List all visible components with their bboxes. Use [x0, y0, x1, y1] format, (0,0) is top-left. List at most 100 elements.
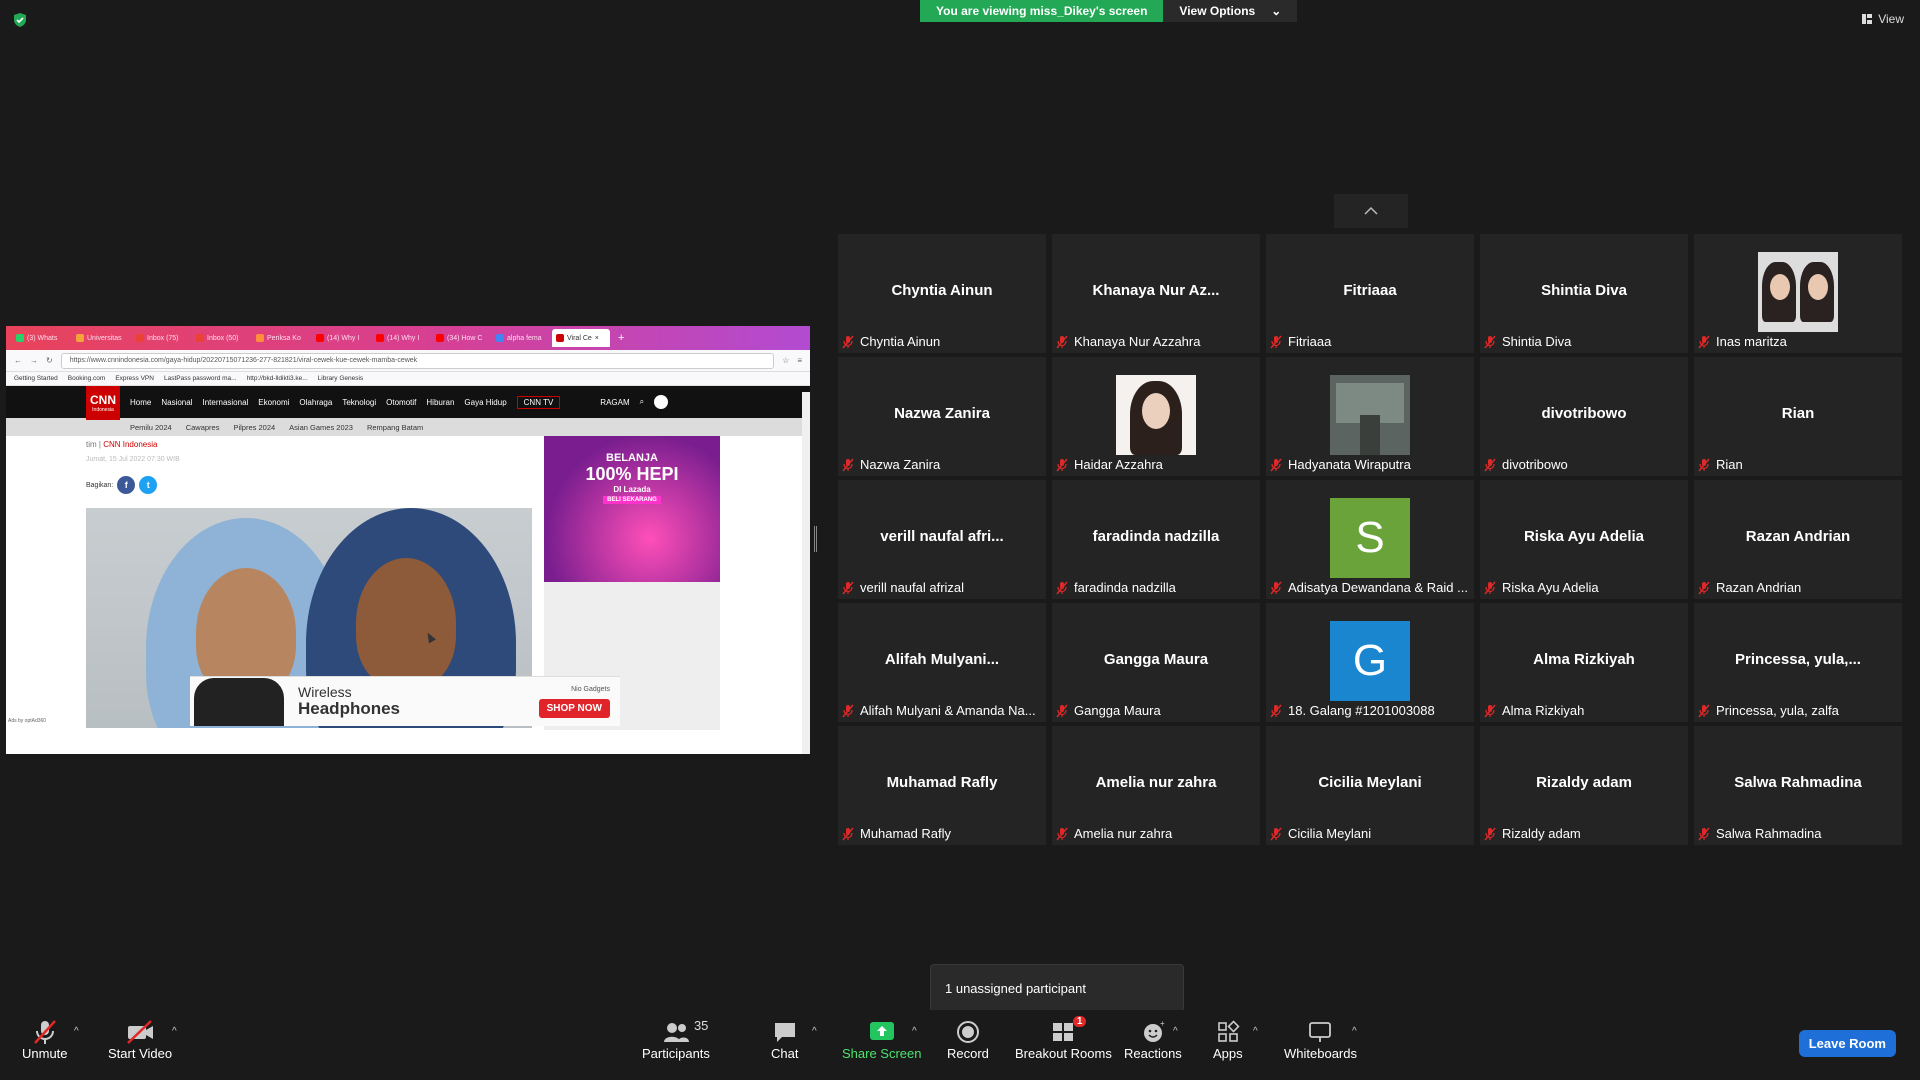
participant-tile[interactable]: Khanaya Nur Az... Khanaya Nur Azzahra: [1052, 234, 1260, 353]
participant-tile[interactable]: Chyntia Ainun Chyntia Ainun: [838, 234, 1046, 353]
participant-tile[interactable]: Shintia Diva Shintia Diva: [1480, 234, 1688, 353]
cnn-menu-item[interactable]: Teknologi: [342, 398, 376, 407]
breakout-rooms-button[interactable]: 1 Breakout Rooms: [1015, 1016, 1112, 1061]
cnn-tv-button[interactable]: CNN TV: [516, 395, 561, 409]
chat-button[interactable]: Chat: [771, 1018, 798, 1061]
reload-icon[interactable]: ↻: [46, 356, 53, 365]
share-screen-button[interactable]: Share Screen: [842, 1018, 922, 1061]
resize-handle[interactable]: [814, 526, 817, 552]
cnn-logo[interactable]: CNN Indonesia: [86, 386, 120, 420]
gallery-page-up-button[interactable]: [1334, 194, 1408, 228]
browser-tab[interactable]: (3) Whats: [12, 329, 70, 347]
participant-tile[interactable]: Cicilia Meylani Cicilia Meylani: [1266, 726, 1474, 845]
apps-options-caret-icon[interactable]: ^: [1253, 1026, 1258, 1037]
reactions-button[interactable]: + Reactions: [1124, 1018, 1182, 1061]
browser-tab[interactable]: Periksa Ko: [252, 329, 310, 347]
participant-tile[interactable]: Inas maritza: [1694, 234, 1902, 353]
participant-tile[interactable]: divotribowo divotribowo: [1480, 357, 1688, 476]
headphones-ad[interactable]: Wireless Headphones Nio Gadgets SHOP NOW: [190, 676, 620, 726]
participant-tile[interactable]: Princessa, yula,... Princessa, yula, zalf…: [1694, 603, 1902, 722]
chat-options-caret-icon[interactable]: ^: [812, 1026, 817, 1037]
participant-tile[interactable]: Riska Ayu Adelia Riska Ayu Adelia: [1480, 480, 1688, 599]
reactions-options-caret-icon[interactable]: ^: [1173, 1026, 1178, 1037]
cnn-menu-item[interactable]: Otomotif: [386, 398, 416, 407]
new-tab-icon[interactable]: +: [618, 332, 624, 344]
audio-options-caret-icon[interactable]: ^: [74, 1026, 79, 1037]
participant-tile[interactable]: Nazwa Zanira Nazwa Zanira: [838, 357, 1046, 476]
shop-now-button[interactable]: SHOP NOW: [538, 698, 610, 718]
participant-tile[interactable]: Razan Andrian Razan Andrian: [1694, 480, 1902, 599]
search-icon[interactable]: ⌕: [640, 397, 644, 407]
view-options-button[interactable]: View Options ⌄: [1163, 0, 1298, 22]
lazada-ad[interactable]: BELANJA 100% HEPI DI Lazada BELI SEKARAN…: [544, 436, 720, 582]
browser-tab[interactable]: (14) Why I: [312, 329, 370, 347]
unmute-button[interactable]: Unmute: [22, 1018, 68, 1061]
participant-tile[interactable]: verill naufal afri... verill naufal afriz…: [838, 480, 1046, 599]
cnn-menu-item[interactable]: Internasional: [202, 398, 248, 407]
video-options-caret-icon[interactable]: ^: [172, 1026, 177, 1037]
browser-tab[interactable]: (34) How C: [432, 329, 490, 347]
cnn-sub-menu-item[interactable]: Rempang Batam: [367, 423, 423, 432]
participant-tile[interactable]: faradinda nadzilla faradinda nadzilla: [1052, 480, 1260, 599]
cnn-menu-item[interactable]: Ekonomi: [258, 398, 289, 407]
participant-tile[interactable]: Gangga Maura Gangga Maura: [1052, 603, 1260, 722]
record-button[interactable]: Record: [947, 1018, 989, 1061]
whiteboards-options-caret-icon[interactable]: ^: [1352, 1026, 1357, 1037]
participant-tile[interactable]: Fitriaaa Fitriaaa: [1266, 234, 1474, 353]
close-icon[interactable]: ×: [595, 335, 599, 342]
participants-button[interactable]: 35 Participants: [642, 1018, 710, 1061]
participant-tile[interactable]: Hadyanata Wiraputra: [1266, 357, 1474, 476]
star-icon[interactable]: ☆: [782, 356, 789, 365]
whiteboards-button[interactable]: Whiteboards: [1284, 1018, 1357, 1061]
participant-tile[interactable]: Amelia nur zahra Amelia nur zahra: [1052, 726, 1260, 845]
bookmark-item[interactable]: LastPass password ma...: [164, 375, 237, 382]
browser-tab-active[interactable]: Viral Ce ×: [552, 329, 610, 347]
participant-tile[interactable]: Rizaldy adam Rizaldy adam: [1480, 726, 1688, 845]
leave-room-button[interactable]: Leave Room: [1798, 1030, 1896, 1057]
bookmark-item[interactable]: Express VPN: [115, 375, 154, 382]
participant-tile[interactable]: G 18. Galang #1201003088: [1266, 603, 1474, 722]
cnn-menu-item[interactable]: Nasional: [161, 398, 192, 407]
forward-icon[interactable]: →: [30, 356, 38, 365]
cnn-menu-item[interactable]: Hiburan: [426, 398, 454, 407]
browser-tab[interactable]: (14) Why I: [372, 329, 430, 347]
bookmark-item[interactable]: Library Genesis: [318, 375, 364, 382]
participant-tile[interactable]: Salwa Rahmadina Salwa Rahmadina: [1694, 726, 1902, 845]
participant-tile[interactable]: Rian Rian: [1694, 357, 1902, 476]
cnn-ragam-menu[interactable]: RAGAM: [600, 398, 629, 407]
cnn-menu-item[interactable]: Olahraga: [299, 398, 332, 407]
start-video-button[interactable]: Start Video: [108, 1018, 172, 1061]
byline-source-link[interactable]: CNN Indonesia: [103, 440, 157, 449]
twitter-icon[interactable]: t: [139, 476, 158, 494]
cnn-sub-menu-item[interactable]: Pemilu 2024: [130, 423, 172, 432]
page-scrollbar[interactable]: [802, 392, 810, 754]
bookmark-item[interactable]: http://bkd-lldikti3.ke...: [247, 375, 308, 382]
view-button[interactable]: View: [1862, 12, 1904, 26]
bookmark-item[interactable]: Booking.com: [68, 375, 106, 382]
browser-tab[interactable]: Inbox (50): [192, 329, 250, 347]
security-shield-icon[interactable]: [12, 12, 28, 28]
participant-tile[interactable]: Alma Rizkiyah Alma Rizkiyah: [1480, 603, 1688, 722]
facebook-icon[interactable]: f: [117, 476, 136, 494]
participant-tile[interactable]: S Adisatya Dewandana & Raid ...: [1266, 480, 1474, 599]
participant-tile[interactable]: Alifah Mulyani... Alifah Mulyani & Amanda…: [838, 603, 1046, 722]
menu-icon[interactable]: ≡: [797, 356, 802, 365]
cnn-sub-menu-item[interactable]: Pilpres 2024: [233, 423, 275, 432]
shared-screen[interactable]: (3) Whats Universitas Inbox (75) Inbox (…: [6, 326, 810, 754]
back-icon[interactable]: ←: [14, 356, 22, 365]
cnn-sub-menu-item[interactable]: Cawapres: [186, 423, 220, 432]
account-icon[interactable]: [654, 395, 669, 409]
browser-tab[interactable]: Universitas: [72, 329, 130, 347]
participant-name-label: Gangga Maura: [1056, 703, 1256, 718]
participant-tile[interactable]: Haidar Azzahra: [1052, 357, 1260, 476]
browser-tab[interactable]: Inbox (75): [132, 329, 190, 347]
share-options-caret-icon[interactable]: ^: [912, 1026, 917, 1037]
cnn-menu-item[interactable]: Gaya Hidup: [464, 398, 506, 407]
bookmark-item[interactable]: Getting Started: [14, 375, 58, 382]
cnn-sub-menu-item[interactable]: Asian Games 2023: [289, 423, 353, 432]
browser-tab[interactable]: alpha fema: [492, 329, 550, 347]
apps-button[interactable]: Apps: [1213, 1018, 1243, 1061]
cnn-menu-item[interactable]: Home: [130, 398, 151, 407]
url-bar[interactable]: https://www.cnnindonesia.com/gaya-hidup/…: [60, 352, 775, 369]
participant-tile[interactable]: Muhamad Rafly Muhamad Rafly: [838, 726, 1046, 845]
